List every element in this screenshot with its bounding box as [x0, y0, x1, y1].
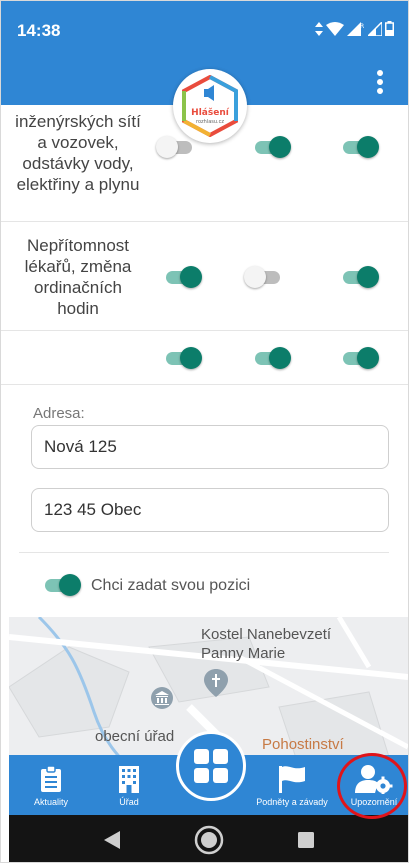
nav-reports-label: Podněty a závady [256, 797, 328, 807]
notification-row-doctors: Nepřítomnost lékařů, změna ordinačních h… [1, 222, 408, 331]
nav-office-label: Úřad [119, 797, 139, 807]
home-grid-button[interactable] [176, 731, 246, 801]
street-field[interactable]: Nová 125 [31, 425, 389, 469]
toggle-row1-col1[interactable] [156, 136, 194, 158]
church-pin-icon [204, 669, 228, 697]
toggle-row2-col1[interactable] [164, 266, 202, 288]
position-label: Chci zadat svou pozici [91, 577, 251, 594]
status-bar: 14:38 R [1, 1, 408, 59]
map-label-townhall: obecní úřad [95, 728, 175, 745]
data-arrows-icon [315, 21, 323, 36]
row-label: Nepřítomnost lékařů, změna ordinačních h… [24, 236, 132, 318]
toggle-row3-col2[interactable] [253, 347, 291, 369]
home-icon[interactable] [194, 825, 224, 855]
grid-icon [194, 749, 228, 783]
toggle-row3-col3[interactable] [341, 347, 379, 369]
map-label-pub: Pohostinství [262, 736, 344, 753]
nav-news[interactable]: Aktuality [17, 755, 85, 815]
system-navigation-bar [9, 815, 408, 862]
nav-reports[interactable]: Podněty a závady [249, 755, 335, 815]
svg-text:R: R [360, 23, 364, 30]
status-time: 14:38 [17, 21, 61, 40]
logo-title: Hlášení [191, 107, 230, 118]
notification-row-other [1, 331, 408, 385]
app-screen: 14:38 R Hlášení rozhlasu.cz inženýrských… [0, 0, 409, 863]
townhall-pin-icon [151, 687, 173, 709]
news-icon [41, 765, 61, 792]
map-label-church: Kostel Nanebevzetí Panny Marie [201, 626, 332, 662]
divider [19, 552, 389, 553]
nav-office[interactable]: Úřad [97, 755, 161, 815]
battery-icon [385, 21, 394, 36]
city-field[interactable]: 123 45 Obec [31, 488, 389, 532]
flag-icon [279, 766, 305, 793]
nav-news-label: Aktuality [33, 797, 68, 807]
logo-hexagon-icon: Hlášení rozhlasu.cz [182, 75, 238, 137]
nav-notifications[interactable]: Upozornění [341, 755, 407, 815]
toggle-row2-col2[interactable] [244, 266, 282, 288]
notification-settings: inženýrských sítí a vozovek, odstávky vo… [1, 105, 408, 755]
signal-r-icon: R [347, 21, 364, 36]
back-icon[interactable] [104, 831, 120, 849]
toggle-row3-col1[interactable] [164, 347, 202, 369]
building-icon [119, 766, 139, 793]
toggle-row2-col3[interactable] [341, 266, 379, 288]
toggle-row1-col3[interactable] [341, 136, 379, 158]
overflow-menu-icon[interactable] [370, 67, 390, 97]
row-label: inženýrských sítí a vozovek, odstávky vo… [15, 112, 141, 194]
signal-icon [368, 21, 382, 36]
position-toggle[interactable] [43, 574, 81, 596]
recents-icon[interactable] [298, 832, 314, 848]
logo-subtitle: rozhlasu.cz [196, 119, 224, 125]
app-logo[interactable]: Hlášení rozhlasu.cz [173, 69, 247, 143]
address-label: Adresa: [33, 405, 85, 422]
wifi-icon [326, 21, 344, 36]
nav-notifications-label: Upozornění [350, 797, 398, 807]
system-status-icons: R [315, 21, 394, 36]
toggle-row1-col2[interactable] [253, 136, 291, 158]
user-settings-icon [355, 765, 393, 794]
